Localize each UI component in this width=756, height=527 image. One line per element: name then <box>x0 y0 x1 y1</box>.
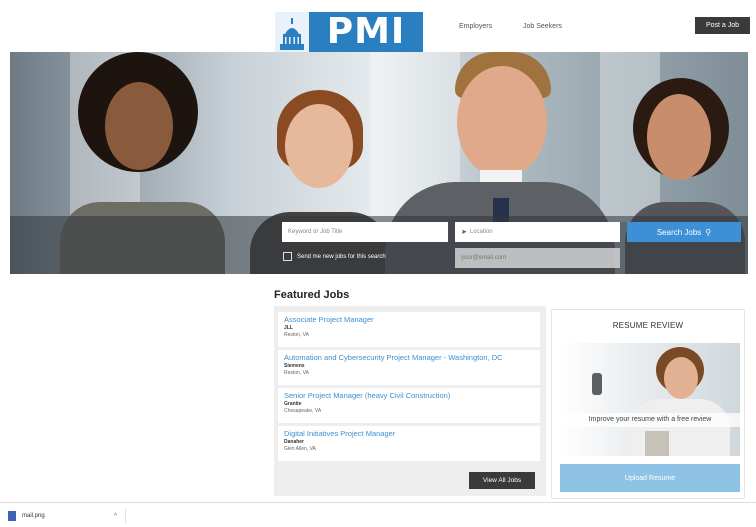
job-company: Granite <box>284 401 302 407</box>
search-icon: ⚲ <box>705 227 712 237</box>
location-placeholder: Location <box>469 229 493 235</box>
location-arrow-icon: ➤ <box>461 229 467 236</box>
job-listing[interactable]: Senior Project Manager (heavy Civil Cons… <box>278 388 540 423</box>
download-bar: mail.png ^ <box>0 502 756 527</box>
location-input[interactable]: ➤ Location <box>455 222 620 242</box>
job-company: Danaher <box>284 439 305 445</box>
job-alert-option: Send me new jobs for this search <box>283 252 386 261</box>
job-location: Reston, VA <box>284 370 309 376</box>
job-location: Glen Allen, VA <box>284 446 316 452</box>
nav-job-seekers-link[interactable]: Job Seekers <box>523 23 562 30</box>
search-jobs-label: Search Jobs <box>656 227 702 237</box>
job-company: Siemens <box>284 363 305 369</box>
email-input[interactable]: your@email.com <box>455 248 620 268</box>
chevron-up-icon[interactable]: ^ <box>114 513 117 520</box>
resume-caption: Improve your resume with a free review <box>560 413 740 427</box>
upload-resume-button[interactable]: Upload Resume <box>560 464 740 492</box>
search-jobs-button[interactable]: Search Jobs ⚲ <box>627 222 741 242</box>
hero-banner: Keyword or Job Title ➤ Location Search J… <box>10 52 748 274</box>
job-title-link[interactable]: Associate Project Manager <box>284 315 534 325</box>
view-all-jobs-button[interactable]: View All Jobs <box>469 472 535 489</box>
site-header: PMI Employers Job Seekers Post a Job <box>10 10 750 52</box>
job-title-link[interactable]: Automation and Cybersecurity Project Man… <box>284 353 534 363</box>
job-alert-label: Send me new jobs for this search <box>297 253 386 260</box>
resume-review-card: RESUME REVIEW Improve your resume with a… <box>551 309 745 499</box>
job-listing[interactable]: Associate Project Manager JLL Reston, VA <box>278 312 540 347</box>
keyword-placeholder: Keyword or Job Title <box>288 229 343 235</box>
job-title-link[interactable]: Digital Initiatives Project Manager <box>284 429 534 439</box>
job-location: Chesapeake, VA <box>284 408 322 414</box>
download-file-name: mail.png <box>22 513 45 519</box>
image-file-icon <box>8 511 16 521</box>
resume-review-photo: Improve your resume with a free review <box>560 343 740 456</box>
job-title-link[interactable]: Senior Project Manager (heavy Civil Cons… <box>284 391 534 401</box>
job-listing[interactable]: Digital Initiatives Project Manager Dana… <box>278 426 540 461</box>
logo-text: PMI <box>326 11 406 52</box>
featured-jobs-list: Associate Project Manager JLL Reston, VA… <box>274 306 546 496</box>
job-location: Reston, VA <box>284 332 309 338</box>
nav-employers-link[interactable]: Employers <box>459 23 492 30</box>
pmi-logo[interactable]: PMI <box>275 12 423 52</box>
download-item[interactable]: mail.png ^ <box>8 509 126 523</box>
resume-review-heading: RESUME REVIEW <box>612 321 684 330</box>
featured-jobs-heading: Featured Jobs <box>274 289 350 301</box>
keyword-input[interactable]: Keyword or Job Title <box>282 222 448 242</box>
capitol-building-icon <box>275 12 309 52</box>
job-company: JLL <box>284 325 293 331</box>
post-a-job-button[interactable]: Post a Job <box>695 17 750 34</box>
email-placeholder: your@email.com <box>461 255 507 261</box>
job-listing[interactable]: Automation and Cybersecurity Project Man… <box>278 350 540 385</box>
job-alert-checkbox[interactable] <box>283 252 292 261</box>
